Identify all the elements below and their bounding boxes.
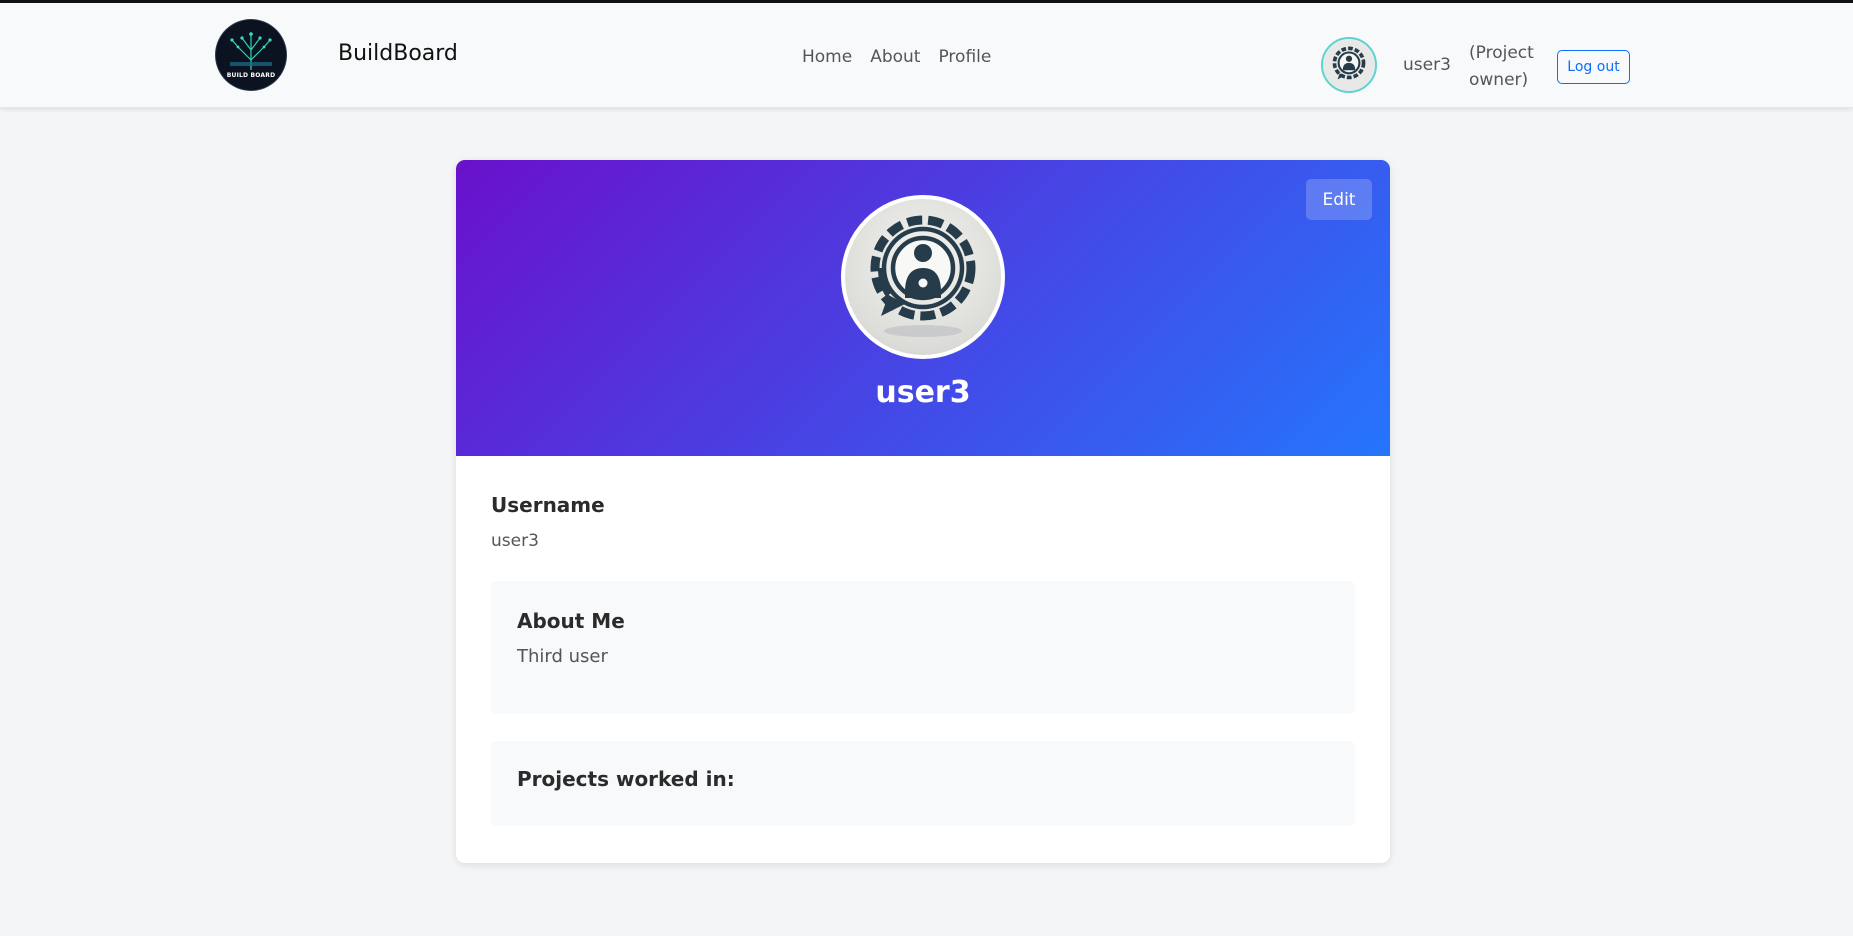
logo-text: BUILD BOARD [226, 72, 276, 79]
username-label: Username [491, 493, 605, 517]
navbar: BUILD BOARD BuildBoard Home About Profil… [0, 3, 1853, 108]
profile-avatar [841, 195, 1005, 359]
brand-logo[interactable]: BUILD BOARD [216, 20, 286, 90]
nav-link-about[interactable]: About [870, 47, 920, 67]
user-chat-gear-icon [870, 215, 976, 337]
profile-card: Edit user3 Username user3 About Me Third… [456, 160, 1390, 863]
nav-username: user3 [1403, 55, 1451, 75]
brand-name[interactable]: BuildBoard [338, 41, 458, 66]
edit-profile-button[interactable]: Edit [1306, 179, 1372, 220]
nav-user-role: (Project owner) [1469, 43, 1534, 90]
about-me-text: Third user [517, 646, 608, 667]
main-nav: Home About Profile [802, 47, 991, 67]
about-me-panel: About Me Third user [491, 581, 1355, 714]
profile-name: user3 [875, 375, 971, 410]
profile-header: Edit user3 [456, 160, 1390, 456]
projects-title: Projects worked in: [517, 767, 735, 791]
user-chat-gear-icon [1324, 40, 1374, 90]
nav-link-home[interactable]: Home [802, 47, 852, 67]
circuit-tree-icon [217, 21, 285, 89]
nav-link-profile[interactable]: Profile [938, 47, 991, 67]
username-value: user3 [491, 531, 539, 551]
projects-panel: Projects worked in: [491, 741, 1355, 826]
nav-avatar[interactable] [1321, 37, 1377, 93]
about-me-title: About Me [517, 609, 625, 633]
logout-button[interactable]: Log out [1557, 50, 1630, 84]
